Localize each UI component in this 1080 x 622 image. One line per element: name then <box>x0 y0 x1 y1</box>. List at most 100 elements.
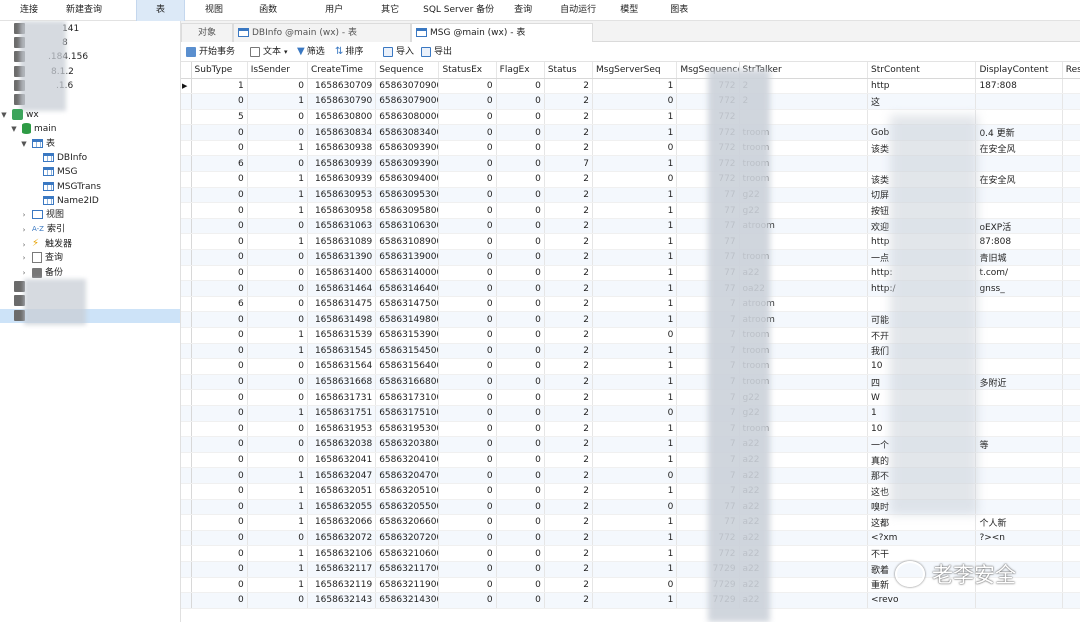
table-cell[interactable] <box>1062 78 1080 95</box>
table-cell[interactable]: 多附近 <box>975 374 1063 391</box>
table-cell[interactable]: 1 <box>592 545 678 562</box>
menu-chart[interactable]: 图表 <box>656 0 702 21</box>
table-cell[interactable]: 658631545000 <box>375 343 440 360</box>
table-cell[interactable]: 0 <box>191 327 248 344</box>
row-selector[interactable] <box>181 545 192 562</box>
table-cell[interactable]: 1658631539 <box>307 327 377 344</box>
table-cell[interactable]: 0 <box>247 265 308 282</box>
table-cell[interactable]: ?><n <box>975 530 1063 547</box>
table-cell[interactable]: 0 <box>496 280 545 297</box>
table-cell[interactable]: 0 <box>191 265 248 282</box>
table-cell[interactable]: 1658630834 <box>307 124 377 141</box>
table-cell[interactable]: 个人新 <box>975 514 1063 531</box>
row-selector[interactable] <box>181 483 192 500</box>
column-header[interactable]: Rese <box>1062 62 1080 79</box>
table-cell[interactable]: 0 <box>247 218 308 235</box>
table-item-dbinfo[interactable]: DBInfo <box>43 151 87 165</box>
table-cell[interactable]: 658632047000 <box>375 467 440 484</box>
table-cell[interactable] <box>1062 374 1080 391</box>
table-cell[interactable]: 0 <box>496 109 545 126</box>
table-cell[interactable]: 0 <box>191 467 248 484</box>
table-cell[interactable]: 0 <box>247 421 308 438</box>
table-cell[interactable]: 0 <box>438 389 497 406</box>
table-cell[interactable]: 1 <box>592 155 678 173</box>
table-cell[interactable]: 0 <box>496 202 545 219</box>
table-cell[interactable]: 0 <box>191 187 248 204</box>
row-selector[interactable] <box>181 202 192 219</box>
row-selector[interactable] <box>181 327 192 344</box>
table-cell[interactable]: 2 <box>544 202 594 219</box>
table-cell[interactable] <box>1062 545 1080 562</box>
table-cell[interactable]: 0 <box>496 171 545 188</box>
table-cell[interactable] <box>1062 140 1080 157</box>
table-cell[interactable]: 2 <box>544 171 594 188</box>
table-cell[interactable]: 658630940000 <box>375 171 440 188</box>
row-selector[interactable] <box>181 514 192 531</box>
table-cell[interactable]: <?xm <box>867 530 977 547</box>
table-cell[interactable]: 1 <box>247 233 308 251</box>
table-cell[interactable]: 658631390000 <box>375 249 440 266</box>
table-cell[interactable]: 0 <box>438 171 497 188</box>
table-cell[interactable]: 0 <box>496 78 545 95</box>
table-cell[interactable] <box>1062 296 1080 313</box>
table-cell[interactable]: 1658632055 <box>307 499 377 516</box>
table-cell[interactable]: 0 <box>496 124 545 141</box>
folder-indexes[interactable]: › A-Z 索引 <box>20 222 65 236</box>
table-cell[interactable]: 2 <box>544 405 594 422</box>
table-cell[interactable]: 0 <box>438 592 497 609</box>
table-cell[interactable] <box>1062 405 1080 422</box>
table-cell[interactable]: 0 <box>191 343 248 360</box>
table-cell[interactable]: 0 <box>191 421 248 438</box>
table-cell[interactable] <box>1062 592 1080 609</box>
table-cell[interactable]: 2 <box>544 592 594 609</box>
table-cell[interactable]: 658631731000 <box>375 389 440 406</box>
table-cell[interactable]: 658631475000 <box>375 296 440 313</box>
table-cell[interactable]: 0 <box>438 296 497 313</box>
table-cell[interactable]: 0 <box>496 452 545 469</box>
row-selector[interactable] <box>181 436 192 453</box>
table-cell[interactable]: 1 <box>247 499 308 516</box>
table-cell[interactable] <box>975 311 1063 328</box>
table-cell[interactable]: 658632072000 <box>375 530 440 547</box>
table-cell[interactable] <box>1062 343 1080 360</box>
table-cell[interactable] <box>1062 421 1080 438</box>
column-header[interactable]: MsgServerSeq <box>592 62 678 79</box>
row-selector[interactable] <box>181 374 192 391</box>
table-cell[interactable]: 1658632119 <box>307 577 377 594</box>
row-selector[interactable] <box>181 296 192 313</box>
table-cell[interactable] <box>1062 202 1080 219</box>
table-cell[interactable]: 0 <box>438 155 497 173</box>
tab-dbinfo[interactable]: DBInfo @main (wx) - 表 <box>233 23 411 42</box>
row-selector[interactable] <box>181 280 192 297</box>
table-cell[interactable]: 1 <box>592 296 678 313</box>
table-cell[interactable] <box>1062 280 1080 297</box>
table-cell[interactable]: 青旧城 <box>975 249 1063 266</box>
table-cell[interactable]: 2 <box>544 218 594 235</box>
table-cell[interactable]: 1 <box>592 265 678 282</box>
row-selector[interactable] <box>181 249 192 266</box>
table-cell[interactable]: 1 <box>592 561 678 578</box>
table-cell[interactable] <box>1062 233 1080 251</box>
table-cell[interactable]: 2 <box>544 140 594 157</box>
table-item-msg[interactable]: MSG <box>43 165 77 179</box>
table-cell[interactable]: 1 <box>592 452 678 469</box>
table-cell[interactable]: 1 <box>247 171 308 188</box>
table-cell[interactable]: 0 <box>438 405 497 422</box>
table-cell[interactable]: 2 <box>544 545 594 562</box>
column-header[interactable]: StrContent <box>867 62 977 79</box>
table-cell[interactable]: 658630953000 <box>375 187 440 204</box>
table-cell[interactable]: 这 <box>867 93 977 110</box>
table-cell[interactable]: 1658631464 <box>307 280 377 297</box>
table-cell[interactable]: 0 <box>438 499 497 516</box>
row-selector[interactable] <box>181 592 192 609</box>
table-cell[interactable]: 1 <box>592 187 678 204</box>
table-item-msgtrans[interactable]: MSGTrans <box>43 180 101 194</box>
table-cell[interactable]: 0 <box>247 530 308 547</box>
table-cell[interactable]: 0 <box>496 436 545 453</box>
table-cell[interactable]: 0 <box>191 530 248 547</box>
table-cell[interactable]: 658631953000 <box>375 421 440 438</box>
table-cell[interactable] <box>1062 514 1080 531</box>
table-cell[interactable]: 1658630790 <box>307 93 377 110</box>
menu-sqlserver-backup[interactable]: SQL Server 备份 <box>413 0 504 21</box>
table-cell[interactable]: 7 <box>544 155 594 173</box>
